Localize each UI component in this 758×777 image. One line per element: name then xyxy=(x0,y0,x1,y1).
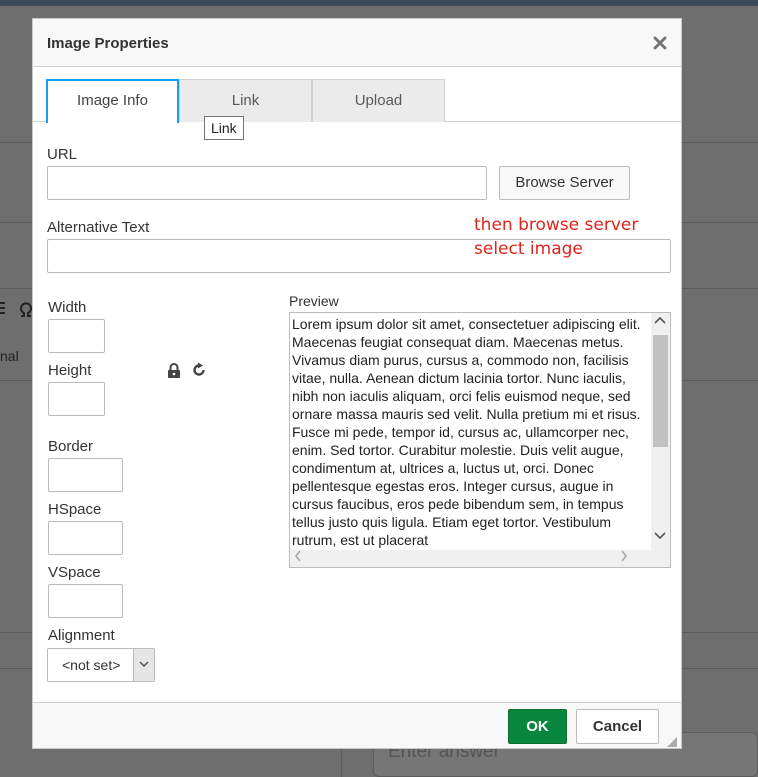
cancel-button[interactable]: Cancel xyxy=(576,709,659,744)
preview-pane[interactable]: Lorem ipsum dolor sit amet, consectetuer… xyxy=(289,312,671,568)
border-label: Border xyxy=(48,438,94,455)
tab-upload[interactable]: Upload xyxy=(312,79,445,122)
scrollbar-thumb[interactable] xyxy=(653,335,668,447)
resize-handle-icon[interactable] xyxy=(667,734,677,747)
dialog-footer: OK Cancel xyxy=(33,702,681,748)
scroll-down-icon[interactable] xyxy=(654,531,666,543)
annotation-line-1: then browse server xyxy=(474,215,639,235)
tab-link[interactable]: Link xyxy=(179,79,312,122)
hspace-input[interactable] xyxy=(48,521,123,555)
annotation-line-2: select image xyxy=(474,239,583,259)
tab-bar: Image Info Link Upload xyxy=(33,79,681,123)
special-char-icon xyxy=(20,302,32,323)
url-label: URL xyxy=(47,146,78,163)
lock-icon[interactable] xyxy=(167,363,181,378)
chevron-down-icon[interactable] xyxy=(133,649,154,681)
dialog-header: Image Properties xyxy=(33,19,681,67)
alignment-selected-value: <not set> xyxy=(62,657,121,673)
preview-label: Preview xyxy=(289,293,339,309)
scroll-up-icon[interactable] xyxy=(654,315,666,327)
hspace-label: HSpace xyxy=(48,501,102,518)
width-label: Width xyxy=(48,299,87,316)
tab-image-info[interactable]: Image Info xyxy=(46,79,179,123)
browse-server-button[interactable]: Browse Server xyxy=(499,166,630,200)
width-input[interactable] xyxy=(48,319,105,353)
dialog-title: Image Properties xyxy=(47,35,169,52)
alignment-select[interactable]: <not set> xyxy=(47,648,155,682)
close-icon[interactable] xyxy=(653,30,667,56)
page-text-fragment: nal xyxy=(0,348,19,364)
height-label: Height xyxy=(48,362,92,379)
preview-text: Lorem ipsum dolor sit amet, consectetuer… xyxy=(292,316,641,548)
tab-tooltip: Link xyxy=(204,116,244,140)
image-properties-dialog: Image Properties Image Info Link Upload … xyxy=(32,18,682,749)
scroll-left-icon[interactable] xyxy=(294,550,302,565)
alignment-label: Alignment xyxy=(48,627,115,644)
scroll-right-icon[interactable] xyxy=(620,550,628,565)
reset-size-icon[interactable] xyxy=(191,362,207,378)
page-topbar xyxy=(0,0,758,6)
url-input[interactable] xyxy=(47,166,487,200)
vspace-input[interactable] xyxy=(48,584,123,618)
vspace-label: VSpace xyxy=(48,564,101,581)
height-input[interactable] xyxy=(48,382,105,416)
editor-toolbar-icon xyxy=(0,300,6,323)
scrollbar-corner xyxy=(651,550,670,567)
border-input[interactable] xyxy=(48,458,123,492)
preview-horizontal-scrollbar[interactable] xyxy=(290,550,652,567)
ok-button[interactable]: OK xyxy=(508,709,567,744)
preview-vertical-scrollbar[interactable] xyxy=(651,313,670,551)
alt-text-label: Alternative Text xyxy=(47,219,150,236)
